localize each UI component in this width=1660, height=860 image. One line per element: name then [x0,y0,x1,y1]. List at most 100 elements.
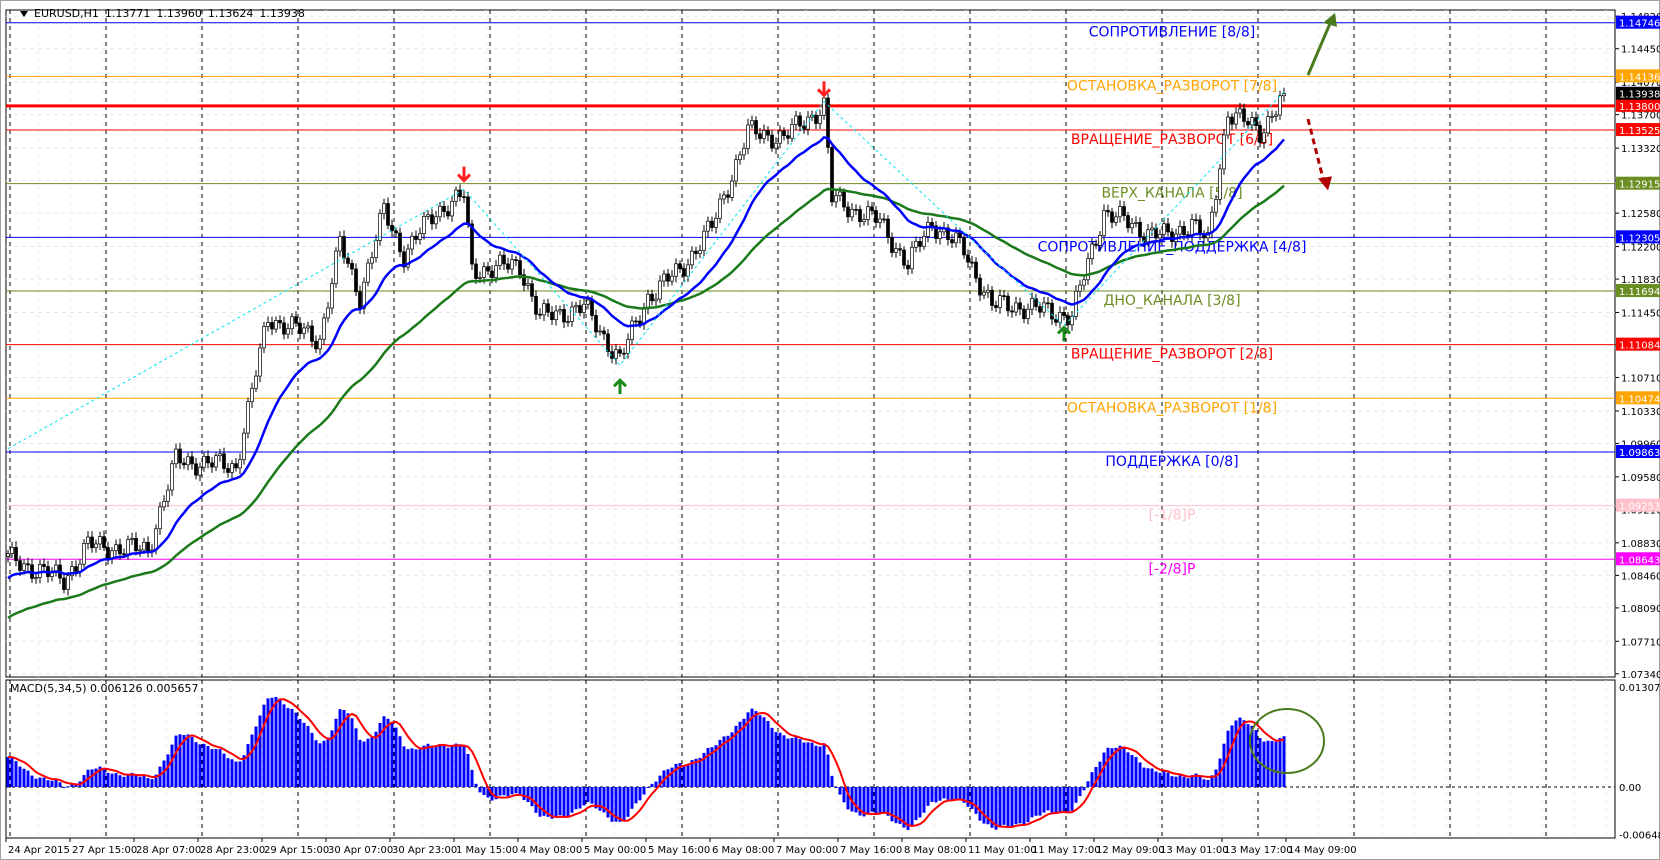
macd-main-value: 0.006126 [90,682,143,695]
candle-body [582,303,586,314]
macd-bar [590,787,594,804]
candle-body [310,325,314,342]
candle-body [738,154,742,161]
macd-bar [294,712,298,787]
candle-body [266,322,270,327]
macd-bar [298,718,302,787]
candle-body [278,320,282,324]
candle-body [1262,132,1266,143]
candle-body [1026,308,1030,320]
macd-bar [610,787,614,822]
macd-bar [6,756,10,787]
macd-bar [462,745,466,787]
ohlc-high: 1.13960 [156,7,202,20]
candle-body [634,320,638,323]
candle-body [322,317,326,340]
candle-body [654,298,658,302]
macd-axis-label: 0.00 [1619,783,1641,794]
candle-body [1134,221,1138,224]
macd-bar [18,766,22,787]
macd-bar [42,777,46,787]
macd-bar [246,744,250,787]
macd-bar [334,718,338,787]
candle-body [442,205,446,212]
macd-bar [406,749,410,787]
time-label: 5 May 16:00 [648,845,710,856]
macd-bar [578,787,582,809]
macd-bar [886,787,890,816]
candle-body [166,489,170,502]
candle-body [862,219,866,222]
candle-body [398,232,402,253]
candle-body [462,196,466,198]
level-label: [-1/8]P [1149,508,1196,524]
forecast-down-arrow [1306,118,1326,183]
macd-axis-label: 0.013072 [1619,683,1660,694]
macd-bar [818,746,822,787]
candle-body [682,268,686,277]
candle-body [1106,210,1110,213]
time-label: 6 May 08:00 [712,845,774,856]
macd-bar [262,704,266,787]
candle-body [718,198,722,219]
macd-bar [1014,787,1018,825]
level-label: ВРАЩЕНИЕ_РАЗВОРОТ [2/8] [1071,347,1273,363]
candle-body [706,220,710,232]
macd-bar [1026,787,1030,823]
macd-bar [958,787,962,799]
macd-bar [498,787,502,796]
macd-bar [1246,724,1250,787]
dropdown-triangle-icon[interactable] [20,10,28,17]
macd-bar [1198,776,1202,787]
macd-axis-label: -0.006486 [1619,831,1660,842]
main-chart-panel [5,9,1616,678]
candle-body [1118,206,1122,218]
time-label: 29 Apr 15:00 [264,845,329,856]
macd-bar [526,787,530,803]
level-price-box-label: 1.08643 [1619,555,1660,566]
candle-body [1282,93,1286,97]
candle-body [726,194,730,198]
macd-bar [1270,740,1274,787]
candle-body [1254,117,1258,126]
candle-body [294,316,298,324]
macd-bar [134,775,138,787]
macd-bar [1274,741,1278,787]
candle-body [190,456,194,465]
macd-bar [1054,787,1058,815]
macd-bar [398,736,402,787]
candle-body [618,349,622,354]
macd-bar [422,745,426,787]
sell-arrow-icon [816,81,832,98]
macd-bar [998,787,1002,828]
candle-body [606,333,610,352]
candle-body [1090,243,1094,259]
macd-bar [786,738,790,787]
candle-body [174,448,178,465]
macd-bar [286,708,290,787]
macd-bar [1078,787,1082,797]
macd-name: MACD(5,34,5) [10,682,87,695]
candle-body [1130,223,1134,229]
time-label: 12 May 09:00 [1096,845,1165,856]
candle-body [998,295,1002,308]
candle-body [910,246,914,270]
macd-bar [306,725,310,787]
candle-body [1242,108,1246,122]
candle-body [358,291,362,309]
chart-canvas[interactable]: 1.148201.144501.140701.137001.133201.129… [0,0,1660,860]
buy-arrow-icon [612,378,628,395]
macd-bar [38,777,42,787]
candle-body [970,261,974,264]
candle-body [1138,221,1142,238]
candle-body [186,456,190,466]
candle-body [622,352,626,355]
macd-bar [750,708,754,787]
candle-body [798,115,802,127]
macd-bar [1278,738,1282,787]
candle-body [878,218,882,223]
macd-bar [174,735,178,787]
macd-bar [982,787,986,824]
macd-bar [642,787,646,795]
candle-body [494,265,498,278]
